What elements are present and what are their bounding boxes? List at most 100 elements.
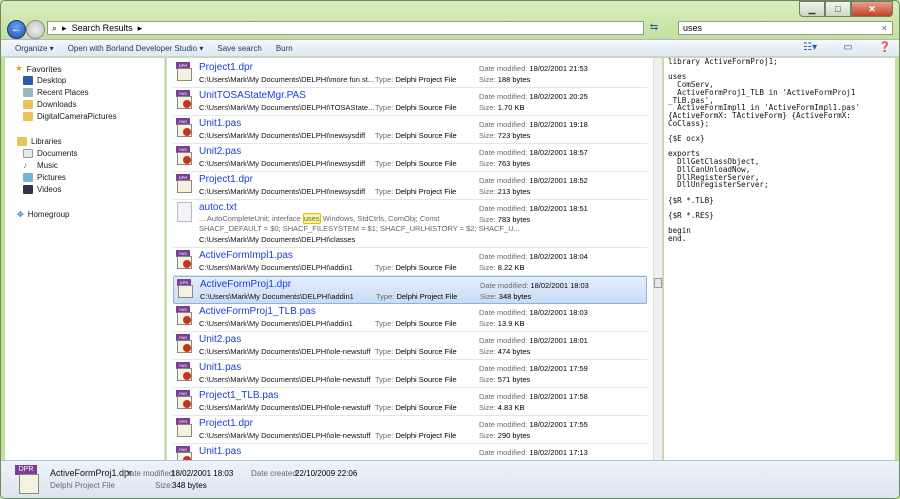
organize-button[interactable]: Organize ▾ xyxy=(15,44,54,53)
file-name[interactable]: Project1_TLB.pas xyxy=(199,390,279,401)
file-row[interactable]: PAS ActiveFormImpl1.pas C:\Users\Mark\My … xyxy=(173,248,647,276)
nav-music[interactable]: ♪ Music xyxy=(23,161,58,170)
scrollbar[interactable] xyxy=(653,58,662,460)
search-hit: uses xyxy=(302,213,321,224)
file-name[interactable]: Project1.dpr xyxy=(199,418,253,429)
file-path: C:\Users\Mark\My Documents\DELPHI\ole-ne… xyxy=(199,347,371,356)
nav-digital-camera-pictures[interactable]: DigitalCameraPictures xyxy=(23,112,117,121)
file-row[interactable]: PAS Unit2.pas C:\Users\Mark\My Documents\… xyxy=(173,144,647,172)
close-button[interactable]: ✕ xyxy=(851,1,893,17)
refresh-icon[interactable]: ⇆ xyxy=(647,21,661,35)
preview-pane-icon[interactable]: ▭ xyxy=(843,42,852,53)
date-modified: Date modified: 18/02/2001 21:53 xyxy=(479,64,588,73)
date-modified: Date modified: 18/02/2001 20:25 xyxy=(479,92,588,101)
file-row[interactable]: DPR Project1.dpr C:\Users\Mark\My Documen… xyxy=(173,416,647,444)
file-row[interactable]: PAS ActiveFormProj1_TLB.pas C:\Users\Mark… xyxy=(173,304,647,332)
minimize-button[interactable]: ▁ xyxy=(799,1,825,17)
nav-favorites[interactable]: ★ Favorites xyxy=(15,63,62,74)
file-row[interactable]: PAS Unit1.pasC:\Users\Mark\My Documents\… xyxy=(173,360,647,388)
chevron-right-icon: ▸ xyxy=(62,22,67,33)
file-row[interactable]: autoc.txt... AutoCompleteUnit; interface… xyxy=(173,200,647,248)
file-type: Type: Delphi Source File xyxy=(375,159,457,168)
file-size: Size: 4.83 KB xyxy=(479,403,525,412)
file-row[interactable]: PAS UnitTOSAStateMgr.PAS C:\Users\Mark\My… xyxy=(173,88,647,116)
file-name[interactable]: Project1.dpr xyxy=(199,62,253,73)
burn-button[interactable]: Burn xyxy=(276,44,293,53)
nav-pictures[interactable]: Pictures xyxy=(23,173,66,182)
search-icon: ⌕ xyxy=(52,22,58,33)
nav-homegroup[interactable]: ✥ Homegroup xyxy=(17,210,70,219)
videos-icon xyxy=(23,185,33,194)
file-path: C:\Users\Mark\My Documents\DELPHI\ole-ne… xyxy=(199,375,371,384)
nav-recent-places[interactable]: Recent Places xyxy=(23,88,89,97)
file-name[interactable]: Unit2.pas xyxy=(199,146,241,157)
nav-downloads[interactable]: Downloads xyxy=(23,100,77,109)
file-path: C:\Users\Mark\My Documents\DELPHI\newsys… xyxy=(199,187,366,196)
date-modified: Date modified: 18/02/2001 18:04 xyxy=(479,252,588,261)
nav-videos[interactable]: Videos xyxy=(23,185,61,194)
file-row[interactable]: PAS Unit1.pasC:\Users\Mark\My Documents\… xyxy=(173,444,647,460)
scrollbar-thumb[interactable] xyxy=(654,278,662,288)
delphi-project-icon: DPR xyxy=(176,174,193,194)
file-row[interactable]: PAS Unit2.pas C:\Users\Mark\My Documents\… xyxy=(173,332,647,360)
file-row[interactable]: DPR ActiveFormProj1.dpr C:\Users\Mark\My … xyxy=(173,276,647,304)
file-type: Type: Delphi Source File xyxy=(375,403,457,412)
file-type: Type: Delphi Project File xyxy=(375,75,457,84)
help-icon[interactable]: ❓ xyxy=(879,42,891,53)
forward-button[interactable] xyxy=(26,20,45,39)
file-name[interactable]: Unit1.pas xyxy=(199,118,241,129)
dpr-file-icon: DPR xyxy=(15,465,41,495)
file-row[interactable]: DPR Project1.dpr C:\Users\Mark\My Documen… xyxy=(173,172,647,200)
back-button[interactable]: ← xyxy=(7,20,26,39)
file-name[interactable]: Project1.dpr xyxy=(199,174,253,185)
file-name[interactable]: Unit2.pas xyxy=(199,334,241,345)
pictures-icon xyxy=(23,173,33,182)
delphi-source-icon: PAS xyxy=(176,118,193,138)
delphi-source-icon: PAS xyxy=(176,146,193,166)
file-path: C:\Users\Mark\My Documents\DELPHI\addin1 xyxy=(199,263,353,272)
delphi-project-icon: DPR xyxy=(176,62,193,82)
details-size: 348 bytes xyxy=(172,481,207,490)
file-name[interactable]: UnitTOSAStateMgr.PAS xyxy=(199,90,306,101)
view-options-icon[interactable]: ☷▾ xyxy=(803,42,817,53)
file-size: Size: 1.70 KB xyxy=(479,103,525,112)
file-path: C:\Users\Mark\My Documents\DELPHI\TOSASt… xyxy=(199,103,375,112)
details-pane: DPR ActiveFormProj1.dpr Delphi Project F… xyxy=(1,460,899,498)
address-bar[interactable]: ⌕ ▸ Search Results ▸ xyxy=(47,21,644,35)
date-modified: Date modified: 18/02/2001 17:59 xyxy=(479,364,588,373)
breadcrumb[interactable]: Search Results xyxy=(72,23,133,33)
explorer-window: ▁ □ ✕ ← ⌕ ▸ Search Results ▸ ⇆ uses × Org… xyxy=(0,0,900,499)
content-snippet-line2: SHACF_DEFAULT = $0; SHACF_FILESYSTEM = $… xyxy=(199,224,520,233)
search-input[interactable]: uses × xyxy=(678,21,893,35)
details-size-label: Size: xyxy=(155,481,173,490)
nav-desktop[interactable]: Desktop xyxy=(23,76,66,85)
file-row[interactable]: PAS Unit1.pasC:\Users\Mark\My Documents\… xyxy=(173,116,647,144)
details-date-modified: 18/02/2001 18:03 xyxy=(171,469,234,478)
file-name[interactable]: Unit1.pas xyxy=(199,362,241,373)
nav-libraries[interactable]: Libraries xyxy=(17,137,62,146)
date-modified: Date modified: 18/02/2001 19:18 xyxy=(479,120,588,129)
file-name[interactable]: ActiveFormImpl1.pas xyxy=(199,250,293,261)
file-name[interactable]: ActiveFormProj1_TLB.pas xyxy=(199,306,316,317)
file-type: Type: Delphi Source File xyxy=(375,347,457,356)
file-name[interactable]: autoc.txt xyxy=(199,202,237,213)
date-modified: Date modified: 18/02/2001 17:13 xyxy=(479,448,588,457)
file-row[interactable]: DPR Project1.dpr C:\Users\Mark\My Documen… xyxy=(173,60,647,88)
file-name[interactable]: Unit1.pas xyxy=(199,446,241,457)
file-path: C:\Users\Mark\My Documents\DELPHI\ole-ne… xyxy=(199,403,371,412)
documents-icon xyxy=(23,149,33,158)
nav-documents[interactable]: Documents xyxy=(23,149,77,158)
text-file-icon xyxy=(176,202,193,222)
maximize-button[interactable]: □ xyxy=(825,1,851,17)
clear-search-icon[interactable]: × xyxy=(882,22,887,34)
folder-icon xyxy=(23,112,33,121)
file-name[interactable]: ActiveFormProj1.dpr xyxy=(200,279,291,290)
file-row[interactable]: PAS Project1_TLB.pas C:\Users\Mark\My Doc… xyxy=(173,388,647,416)
open-with-button[interactable]: Open with Borland Developer Studio ▾ xyxy=(68,44,204,53)
star-icon: ★ xyxy=(15,63,23,73)
file-path: C:\Users\Mark\My Documents\DELPHI\more f… xyxy=(199,75,375,84)
date-modified: Date modified: 18/02/2001 17:55 xyxy=(479,420,588,429)
details-date-created-label: Date created: xyxy=(251,469,300,478)
file-size: Size: 13.9 KB xyxy=(479,319,525,328)
save-search-button[interactable]: Save search xyxy=(217,44,261,53)
